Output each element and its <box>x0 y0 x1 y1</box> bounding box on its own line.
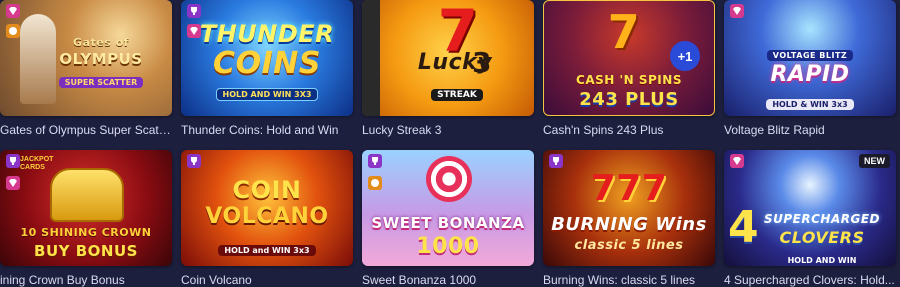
game-thumbnail[interactable]: THUNDER COINS HOLD AND WIN 3X3 <box>181 0 353 116</box>
lollipop-graphic <box>426 156 472 202</box>
coin-badge-icon <box>6 24 20 38</box>
trophy-badge-icon <box>187 4 201 18</box>
game-thumbnail[interactable]: Gates of OLYMPUS SUPER SCATTER <box>0 0 172 116</box>
game-logo-line2: VOLCANO <box>205 204 329 229</box>
game-title[interactable]: Burning Wins: classic 5 lines <box>543 273 715 287</box>
game-title[interactable]: Lucky Streak 3 <box>362 123 534 137</box>
game-card[interactable]: 777 BURNING Wins classic 5 lines Burning… <box>543 150 715 287</box>
game-logo-line1: BURNING Wins <box>551 214 707 235</box>
diamond-badge-icon <box>730 154 744 168</box>
game-title[interactable]: ining Crown Buy Bonus <box>0 273 172 287</box>
game-logo-line1: CASH 'N SPINS <box>576 73 682 87</box>
game-logo-line1: Gates of <box>73 36 129 49</box>
game-title[interactable]: Coin Volcano <box>181 273 353 287</box>
game-thumbnail[interactable]: 7 +1 CASH 'N SPINS 243 PLUS <box>543 0 715 116</box>
game-title[interactable]: Voltage Blitz Rapid <box>724 123 896 137</box>
game-title[interactable]: Gates of Olympus Super Scatter <box>0 123 172 137</box>
diamond-badge-icon <box>6 176 20 190</box>
game-thumbnail[interactable]: COIN VOLCANO HOLD and WIN 3x3 <box>181 150 353 266</box>
game-logo-line1: SUPERCHARGED <box>763 212 880 226</box>
game-card[interactable]: VOLTAGE BLITZ RAPID HOLD & WIN 3x3 Volta… <box>724 0 896 137</box>
game-thumbnail[interactable]: SWEET BONANZA 1000 <box>362 150 534 266</box>
game-logo-line1: COIN <box>232 176 302 204</box>
game-thumbnail[interactable]: JACKPOT CARDS 10 SHINING CROWN BUY BONUS <box>0 150 172 266</box>
game-thumbnail[interactable]: NEW 4 SUPERCHARGED CLOVERS HOLD AND WIN <box>724 150 896 266</box>
trophy-badge-icon <box>368 154 382 168</box>
game-logo-sub: STREAK <box>380 82 534 101</box>
game-card[interactable]: SWEET BONANZA 1000 Sweet Bonanza 1000 <box>362 150 534 287</box>
game-logo-line1: THUNDER <box>199 20 335 48</box>
diamond-badge-icon <box>730 4 744 18</box>
game-card[interactable]: COIN VOLCANO HOLD and WIN 3x3 Coin Volca… <box>181 150 353 287</box>
trophy-badge-icon <box>549 154 563 168</box>
diamond-badge-icon <box>187 24 201 38</box>
game-logo-line1: SWEET BONANZA <box>371 214 525 232</box>
game-logo-line2: 3 <box>472 46 492 79</box>
game-title[interactable]: Sweet Bonanza 1000 <box>362 273 534 287</box>
triple-seven-graphic: 777 <box>590 168 668 209</box>
game-title[interactable]: Thunder Coins: Hold and Win <box>181 123 353 137</box>
game-logo-line2: OLYMPUS <box>59 50 143 68</box>
game-card[interactable]: NEW 4 SUPERCHARGED CLOVERS HOLD AND WIN … <box>724 150 896 287</box>
plus-one-icon: +1 <box>670 41 700 71</box>
game-thumbnail[interactable]: VOLTAGE BLITZ RAPID HOLD & WIN 3x3 <box>724 0 896 116</box>
game-logo-sub: SUPER SCATTER <box>30 70 172 89</box>
game-logo-line2: 1000 <box>416 234 480 259</box>
game-logo-sub: HOLD and WIN 3x3 <box>181 238 353 257</box>
game-card[interactable]: JACKPOT CARDS 10 SHINING CROWN BUY BONUS… <box>0 150 172 287</box>
crown-graphic <box>50 168 124 222</box>
game-thumbnail[interactable]: 777 BURNING Wins classic 5 lines <box>543 150 715 266</box>
diamond-badge-icon <box>6 4 20 18</box>
game-card[interactable]: 7 +1 CASH 'N SPINS 243 PLUS Cash'n Spins… <box>543 0 715 137</box>
game-grid: Gates of OLYMPUS SUPER SCATTER Gates of … <box>0 0 900 287</box>
game-logo-line2: BUY BONUS <box>34 242 138 260</box>
game-logo-line2: RAPID <box>770 62 850 87</box>
trophy-badge-icon <box>187 154 201 168</box>
game-title[interactable]: Cash'n Spins 243 Plus <box>543 123 715 137</box>
game-logo-line2: COINS <box>213 46 321 81</box>
trophy-badge-icon <box>6 154 20 168</box>
game-logo-line2: classic 5 lines <box>574 238 684 253</box>
game-logo-line2: 243 PLUS <box>579 89 679 110</box>
jackpot-cards-label: JACKPOT CARDS <box>20 156 54 171</box>
coin-badge-icon <box>368 176 382 190</box>
game-logo-sub: HOLD AND WIN <box>787 256 857 265</box>
game-title[interactable]: 4 Supercharged Clovers: Hold... <box>724 273 896 287</box>
new-badge: NEW <box>859 154 890 168</box>
game-logo-sub: HOLD & WIN 3x3 <box>724 92 896 111</box>
game-logo-sub: HOLD AND WIN 3X3 <box>181 82 353 101</box>
game-thumbnail[interactable]: 7 Lucky 3 STREAK <box>362 0 534 116</box>
game-logo-line1: VOLTAGE BLITZ <box>724 50 896 61</box>
game-card[interactable]: 7 Lucky 3 STREAK Lucky Streak 3 <box>362 0 534 137</box>
game-logo-line2: CLOVERS <box>779 228 865 247</box>
game-card[interactable]: Gates of OLYMPUS SUPER SCATTER Gates of … <box>0 0 172 137</box>
game-card[interactable]: THUNDER COINS HOLD AND WIN 3X3 Thunder C… <box>181 0 353 137</box>
game-logo-line1: 10 SHINING CROWN <box>20 226 152 239</box>
